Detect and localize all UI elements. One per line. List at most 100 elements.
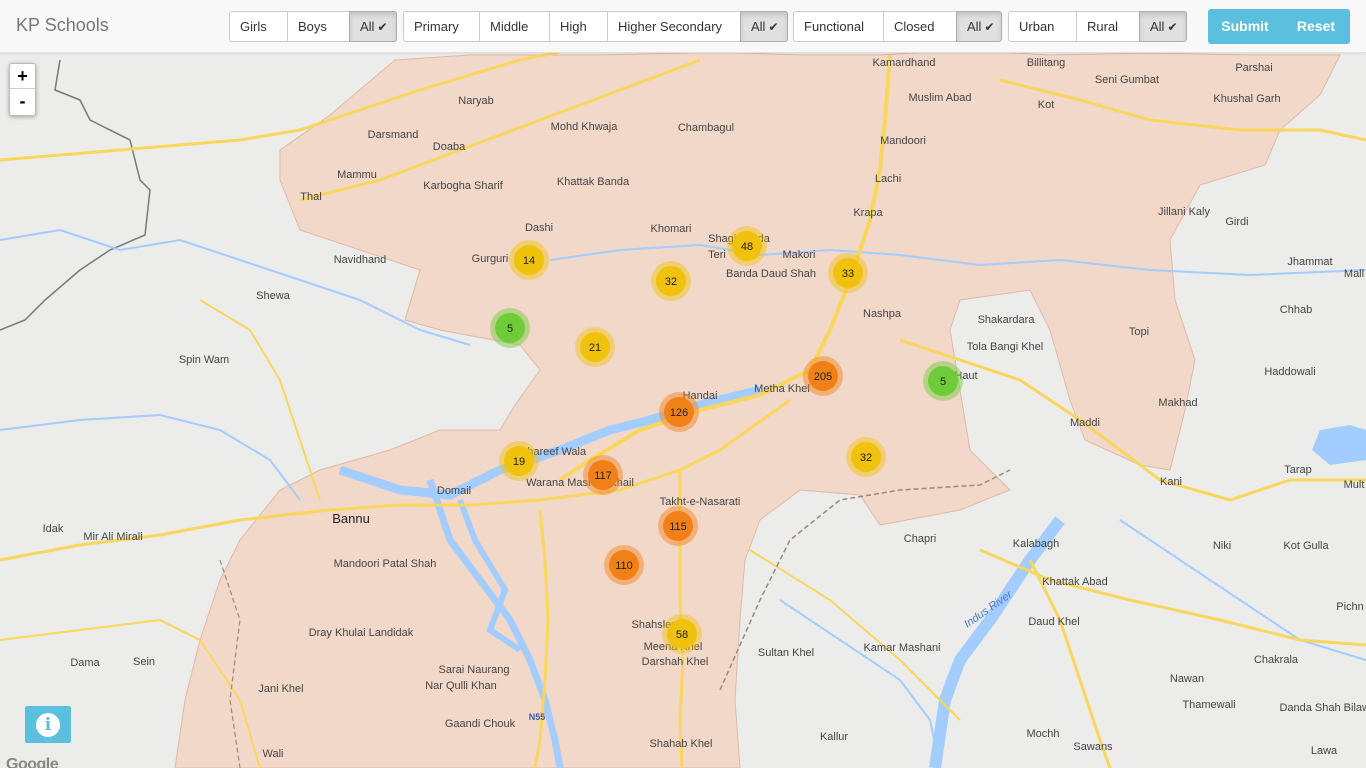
filter-status-all-label: All	[967, 19, 982, 34]
place-label: Khattak Abad	[1042, 576, 1107, 588]
place-label: Dashi	[525, 222, 553, 234]
place-label: Bannu	[332, 511, 370, 526]
cluster-marker[interactable]: 115	[658, 506, 698, 546]
place-label: Haddowali	[1264, 366, 1315, 378]
place-label: Daud Khel	[1028, 616, 1079, 628]
cluster-marker[interactable]: 58	[662, 614, 702, 654]
place-label: Chapri	[904, 533, 936, 545]
cluster-marker[interactable]: 5	[490, 308, 530, 348]
place-label: Makhad	[1158, 397, 1197, 409]
check-icon: ✔	[984, 20, 995, 34]
cluster-marker[interactable]: 32	[846, 437, 886, 477]
google-logo: Google	[6, 756, 59, 768]
place-label: Jhammat	[1287, 256, 1332, 268]
place-label: Pichn	[1336, 601, 1364, 613]
app-title: KP Schools	[16, 15, 109, 35]
filter-primary-button[interactable]: Primary	[403, 11, 480, 42]
map-canvas[interactable]: Naryab Mohd Khwaja Chambagul Kamardhand Bill…	[0, 0, 1366, 768]
filter-higher-secondary-button[interactable]: Higher Secondary	[607, 11, 741, 42]
place-label: Spin Wam	[179, 354, 229, 366]
place-label: Shahab Khel	[650, 738, 713, 750]
cluster-marker[interactable]: 14	[509, 240, 549, 280]
cluster-marker[interactable]: 48	[727, 226, 767, 266]
place-label: Mandoori Patal Shah	[334, 558, 437, 570]
check-icon: ✔	[768, 20, 779, 34]
check-icon: ✔	[1167, 20, 1178, 34]
info-button[interactable]: i	[25, 706, 71, 743]
cluster-marker[interactable]: 117	[583, 455, 623, 495]
cluster-count: 205	[814, 371, 832, 383]
cluster-marker[interactable]: 126	[659, 392, 699, 432]
place-label: Domail	[437, 485, 471, 497]
cluster-marker[interactable]: 33	[828, 253, 868, 293]
place-label: Idak	[43, 523, 64, 535]
place-label: Krapa	[853, 207, 883, 219]
filter-functional-button[interactable]: Functional	[793, 11, 884, 42]
place-label: Navidhand	[334, 254, 387, 266]
cluster-marker[interactable]: 19	[499, 441, 539, 481]
cluster-count: 21	[589, 342, 601, 354]
filter-gender-all-label: All	[360, 19, 375, 34]
place-label: Topi	[1129, 326, 1149, 338]
zoom-out-button[interactable]: -	[10, 89, 35, 114]
cluster-count: 58	[676, 629, 688, 641]
filter-urban-button[interactable]: Urban	[1008, 11, 1077, 42]
place-label: Mult	[1344, 479, 1365, 491]
place-label: Khomari	[651, 223, 692, 235]
place-label: Mandoori	[880, 135, 926, 147]
place-label: Chakrala	[1254, 654, 1299, 666]
zoom-in-button[interactable]: +	[10, 64, 35, 89]
filter-middle-button[interactable]: Middle	[479, 11, 550, 42]
area-filter-group: Urban Rural All ✔	[1008, 11, 1187, 42]
filter-level-all-button[interactable]: All ✔	[740, 11, 788, 42]
place-label: Sein	[133, 656, 155, 668]
cluster-count: 5	[507, 323, 513, 335]
filter-gender-all-button[interactable]: All ✔	[349, 11, 397, 42]
place-label: Gaandi Chouk	[445, 718, 516, 730]
place-label: Nashpa	[863, 308, 902, 320]
reset-button[interactable]: Reset	[1282, 9, 1350, 44]
place-label: Darsmand	[368, 129, 419, 141]
place-label: Metha Khel	[754, 383, 810, 395]
place-label: Nar Qulli Khan	[425, 680, 497, 692]
place-label: Khushal Garh	[1213, 93, 1280, 105]
place-label: Thal	[300, 191, 321, 203]
filter-rural-button[interactable]: Rural	[1076, 11, 1140, 42]
place-label: Tola Bangi Khel	[967, 341, 1043, 353]
status-filter-group: Functional Closed All ✔	[793, 11, 1002, 42]
place-label: Gurguri	[472, 253, 509, 265]
filter-girls-button[interactable]: Girls	[229, 11, 288, 42]
filter-closed-button[interactable]: Closed	[883, 11, 957, 42]
place-label: Dama	[70, 657, 100, 669]
cluster-count: 117	[594, 470, 612, 482]
filter-high-button[interactable]: High	[549, 11, 608, 42]
cluster-count: 19	[513, 456, 525, 468]
cluster-count: 126	[670, 407, 688, 419]
place-label: Sultan Khel	[758, 647, 814, 659]
cluster-count: 14	[523, 255, 535, 267]
info-icon: i	[36, 712, 60, 737]
place-label: Niki	[1213, 540, 1231, 552]
filter-level-all-label: All	[751, 19, 766, 34]
cluster-count: 48	[741, 241, 753, 253]
cluster-marker[interactable]: 21	[575, 327, 615, 367]
filter-boys-button[interactable]: Boys	[287, 11, 350, 42]
cluster-marker[interactable]: 110	[604, 545, 644, 585]
place-label: Darshah Khel	[642, 656, 709, 668]
place-label: Jillani Kaly	[1158, 206, 1210, 218]
place-label: Tarap	[1284, 464, 1312, 476]
filter-status-all-button[interactable]: All ✔	[956, 11, 1002, 42]
place-label: Billitang	[1027, 57, 1066, 69]
place-label: Banda Daud Shah	[726, 268, 816, 280]
cluster-marker[interactable]: 32	[651, 261, 691, 301]
place-label: Muslim Abad	[909, 92, 972, 104]
place-label: Mochh	[1026, 728, 1059, 740]
submit-button[interactable]: Submit	[1208, 9, 1282, 44]
filter-area-all-button[interactable]: All ✔	[1139, 11, 1187, 42]
place-label: Chhab	[1280, 304, 1312, 316]
top-navbar: KP Schools Girls Boys All ✔ Primary Middl…	[0, 0, 1366, 53]
cluster-marker[interactable]: 205	[803, 356, 843, 396]
place-label: Lawa	[1311, 745, 1338, 757]
cluster-marker[interactable]: 5	[923, 361, 963, 401]
place-label: Shakardara	[978, 314, 1036, 326]
